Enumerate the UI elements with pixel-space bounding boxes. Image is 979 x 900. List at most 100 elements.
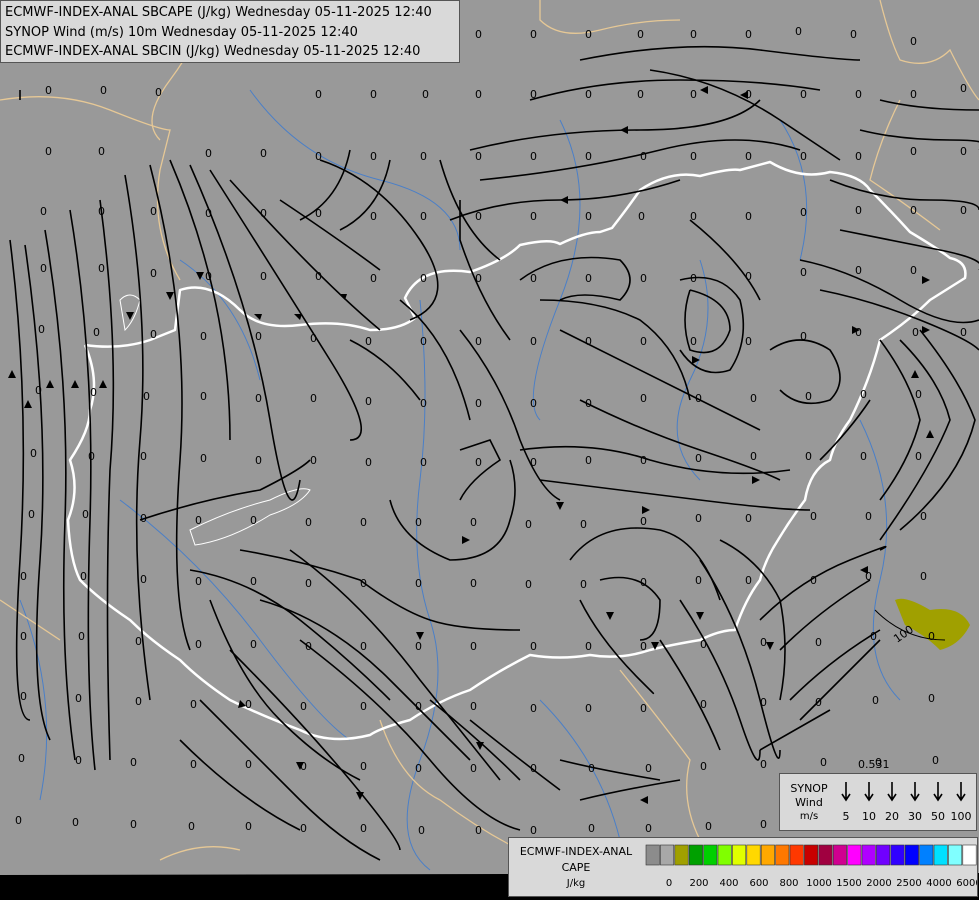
wind-speed-label: 50: [931, 810, 945, 823]
sbcin-zero-label: 0: [140, 512, 147, 525]
sbcin-zero-label: 0: [360, 516, 367, 529]
sbcin-zero-label: 0: [750, 450, 757, 463]
sbcin-zero-label: 0: [865, 510, 872, 523]
sbcin-zero-label: 0: [35, 384, 42, 397]
title-sbcape: ECMWF-INDEX-ANAL SBCAPE (J/kg) Wednesday…: [5, 5, 432, 20]
cape-color-swatch: [962, 844, 977, 866]
sbcin-zero-label: 0: [470, 700, 477, 713]
title-synop-wind: SYNOP Wind (m/s) 10m Wednesday 05-11-202…: [5, 24, 358, 40]
cape-color-swatch: [861, 844, 876, 866]
sbcin-zero-label: 0: [245, 698, 252, 711]
sbcin-zero-label: 0: [815, 696, 822, 709]
sbcin-zero-label: 0: [637, 88, 644, 101]
sbcin-zero-label: 0: [855, 150, 862, 163]
sbcin-zero-label: 0: [800, 88, 807, 101]
sbcin-zero-label: 0: [260, 147, 267, 160]
sbcin-zero-label: 0: [960, 326, 967, 339]
sbcin-zero-label: 0: [370, 88, 377, 101]
sbcin-zero-label: 0: [745, 574, 752, 587]
cape-legend-title: ECMWF-INDEX-ANAL: [519, 845, 633, 858]
sbcin-zero-label: 0: [300, 700, 307, 713]
sbcin-zero-label: 0: [525, 578, 532, 591]
sbcin-zero-label: 0: [140, 450, 147, 463]
sbcin-zero-label: 0: [130, 818, 137, 831]
sbcin-zero-label: 0: [640, 454, 647, 467]
cape-color-swatch: [804, 844, 819, 866]
sbcin-zero-label: 0: [855, 88, 862, 101]
sbcin-zero-label: 0: [745, 88, 752, 101]
sbcin-zero-label: 0: [365, 335, 372, 348]
sbcin-zero-label: 0: [855, 264, 862, 277]
sbcin-zero-label: 0: [200, 390, 207, 403]
sbcin-zero-label: 0: [88, 450, 95, 463]
sbcin-zero-label: 0: [30, 447, 37, 460]
cape-color-swatch: [919, 844, 934, 866]
sbcin-zero-label: 0: [530, 762, 537, 775]
sbcin-zero-label: 0: [640, 272, 647, 285]
sbcin-zero-label: 0: [98, 205, 105, 218]
sbcin-zero-label: 0: [810, 574, 817, 587]
sbcin-zero-label: 0: [580, 518, 587, 531]
cape-color-scale: 0 200 400 600 800 1000 1500 2000 2500 4000 6000: [645, 844, 977, 889]
cape-color-swatch: [876, 844, 891, 866]
sbcin-zero-label: 0: [645, 762, 652, 775]
sbcin-zero-label: 0: [18, 752, 25, 765]
sbcin-zero-label: 0: [475, 456, 482, 469]
sbcin-zero-label: 0: [415, 640, 422, 653]
sbcin-zero-label: 0: [360, 577, 367, 590]
sbcin-zero-label: 0: [100, 84, 107, 97]
sbcin-zero-label: 0: [72, 816, 79, 829]
sbcin-zero-label: 0: [80, 570, 87, 583]
sbcin-zero-label: 0: [585, 640, 592, 653]
sbcin-zero-label: 0: [910, 204, 917, 217]
sbcin-zero-label: 0: [585, 272, 592, 285]
sbcin-zero-label: 0: [695, 512, 702, 525]
sbcin-zero-label: 0: [695, 452, 702, 465]
sbcin-zero-label: 0: [915, 450, 922, 463]
wind-arrow-icon: [956, 782, 966, 802]
sbcin-zero-label: 0: [310, 454, 317, 467]
sbcin-zero-label: 0: [250, 514, 257, 527]
sbcin-zero-label: 0: [700, 760, 707, 773]
sbcin-zero-label: 0: [150, 328, 157, 341]
sbcin-zero-label: 0: [760, 758, 767, 771]
cape-legend-unit: J/kg: [566, 878, 586, 889]
cape-color-swatch: [933, 844, 948, 866]
cape-tick-label: 2000: [866, 878, 891, 889]
sbcin-zero-label: 0: [690, 88, 697, 101]
sbcin-zero-label: 0: [310, 332, 317, 345]
cape-tick-label: 800: [779, 878, 798, 889]
sbcin-zero-label: 0: [745, 150, 752, 163]
sbcin-zero-label: 0: [475, 824, 482, 837]
sbcin-zero-label: 0: [800, 330, 807, 343]
sbcin-zero-label: 0: [255, 330, 262, 343]
sbcin-zero-label: 0: [28, 508, 35, 521]
wind-speed-label: 20: [885, 810, 899, 823]
sbcin-zero-label: 0: [805, 390, 812, 403]
cape-tick-label: 2500: [896, 878, 921, 889]
sbcin-zero-label: 0: [98, 145, 105, 158]
wind-speed-label: 30: [908, 810, 922, 823]
sbcin-zero-label: 0: [255, 392, 262, 405]
sbcin-zero-label: 0: [760, 636, 767, 649]
sbcin-zero-label: 0: [530, 210, 537, 223]
sbcin-zero-label: 0: [250, 575, 257, 588]
sbcin-zero-label: 0: [360, 760, 367, 773]
wind-arrow-icon: [864, 782, 874, 802]
sbcin-zero-label: 0: [800, 206, 807, 219]
sbcin-zero-label: 0: [640, 392, 647, 405]
sbcin-zero-label: 0: [470, 640, 477, 653]
cape-color-swatch: [717, 844, 732, 866]
sbcin-zero-label: 0: [135, 635, 142, 648]
sbcin-zero-label: 0: [910, 264, 917, 277]
synop-legend-subtitle: Wind: [795, 796, 823, 809]
wind-arrow-icon: [887, 782, 897, 802]
sbcin-zero-label: 0: [745, 270, 752, 283]
sbcin-zero-label: 0: [140, 573, 147, 586]
cape-color-swatch: [760, 844, 775, 866]
sbcin-zero-label: 0: [585, 335, 592, 348]
sbcin-zero-label: 0: [690, 272, 697, 285]
cape-color-swatch: [660, 844, 675, 866]
sbcin-zero-label: 0: [15, 814, 22, 827]
synop-legend-title: SYNOP: [790, 782, 828, 795]
